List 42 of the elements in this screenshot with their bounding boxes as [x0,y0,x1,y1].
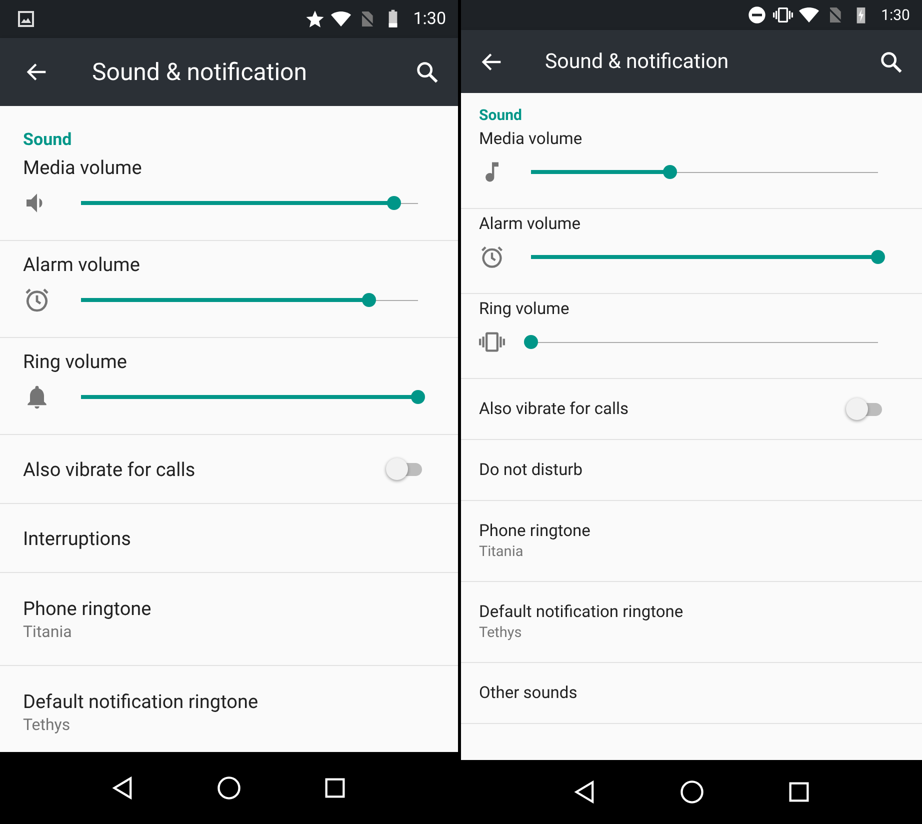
slider-thumb[interactable] [411,390,425,404]
setting-label[interactable]: Phone ringtone [479,522,590,541]
section-header: Sound [479,106,522,124]
slider-thumb[interactable] [871,250,885,264]
clock-time: 1:30 [413,9,446,29]
setting-summary: Titania [479,543,524,560]
alarm-clock-icon [23,286,51,314]
setting-summary: Titania [23,622,72,641]
setting-summary: Tethys [479,624,522,641]
setting-label[interactable]: Interruptions [23,526,131,550]
slider-thumb[interactable] [524,335,538,349]
screen-title: Sound & notification [545,50,730,74]
setting-label: Ring volume [23,350,127,373]
vibrate-icon [773,5,794,25]
setting-label[interactable]: Default notification ringtone [479,603,684,622]
screen-title: Sound & notification [92,58,308,86]
alarm-clock-icon [479,244,505,270]
setting-label: Ring volume [479,300,570,319]
setting-label[interactable]: Phone ringtone [23,597,152,620]
setting-label[interactable]: Default notification ringtone [23,690,258,713]
slider-thumb[interactable] [387,196,402,210]
star-icon [305,9,326,29]
setting-label: Media volume [479,130,582,149]
setting-label[interactable]: Other sounds [479,684,578,702]
home-button[interactable] [678,779,704,805]
slider-thumb[interactable] [662,165,677,179]
image-notification-icon [18,11,34,27]
clock-time: 1:30 [881,6,910,24]
setting-label[interactable]: Do not disturb [479,460,583,480]
section-header: Sound [23,130,72,150]
setting-label: Alarm volume [23,253,140,276]
wifi-icon [799,5,820,25]
setting-label: Also vibrate for calls [479,400,629,418]
slider-thumb[interactable] [362,293,376,307]
setting-label: Also vibrate for calls [23,458,196,480]
wifi-icon [331,9,352,29]
setting-label: Alarm volume [479,215,581,234]
setting-label: Media volume [23,156,142,179]
home-button[interactable] [216,775,242,801]
do-not-disturb-icon [747,5,768,25]
setting-summary: Tethys [23,715,70,734]
search-button[interactable] [414,59,440,85]
